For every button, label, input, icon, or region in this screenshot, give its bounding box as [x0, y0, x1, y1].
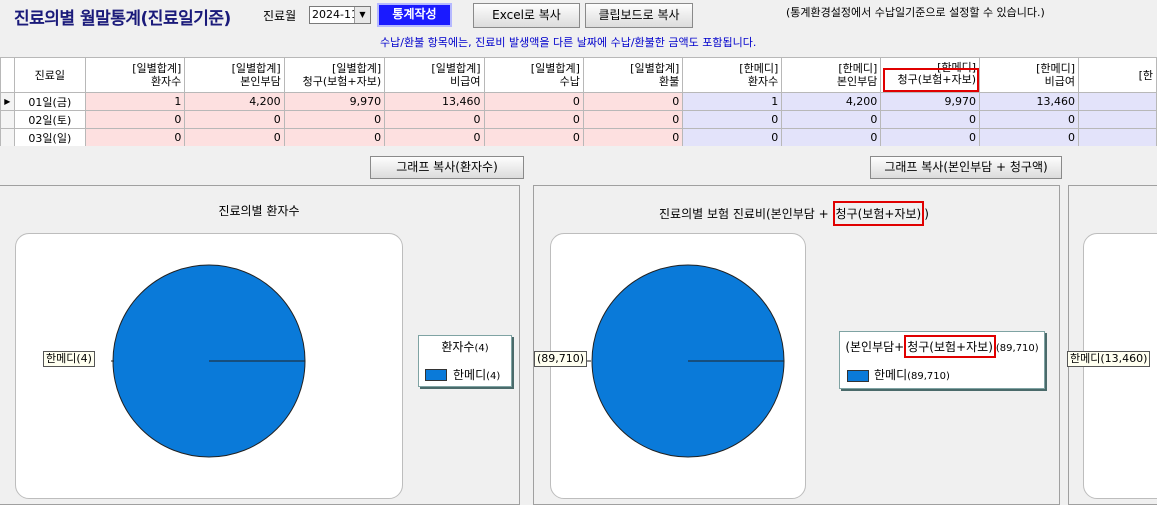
- legend-item: 한메디: [453, 368, 487, 382]
- cell[interactable]: 9,970: [283, 92, 386, 111]
- cell[interactable]: 1: [84, 92, 186, 111]
- cell[interactable]: 0: [84, 110, 186, 129]
- page-title: 진료의별 월말통계(진료일기준): [14, 9, 231, 29]
- month-value: 2024-11: [312, 8, 358, 21]
- column-header[interactable]: [일별합계] 청구(보험+자보): [283, 57, 386, 93]
- copy-graph-patients-button[interactable]: 그래프 복사(환자수): [370, 156, 524, 179]
- table-row[interactable]: 02일(토) 0 0 0 0 0 0 0 0 0 0: [0, 110, 1157, 129]
- copy-graph-amount-button[interactable]: 그래프 복사(본인부담 + 청구액): [870, 156, 1062, 179]
- cell[interactable]: 9,970: [880, 92, 981, 111]
- legend-title: 환자수: [441, 340, 475, 354]
- column-header[interactable]: [일별합계] 본인부담: [184, 57, 285, 93]
- table-row[interactable]: 03일(일) 0 0 0 0 0 0 0 0 0 0: [0, 128, 1157, 146]
- date-cell[interactable]: 02일(토): [13, 110, 86, 129]
- cell[interactable]: [1078, 110, 1157, 129]
- date-cell[interactable]: 03일(일): [13, 128, 86, 146]
- cell[interactable]: 0: [781, 110, 882, 129]
- table-header-row: 진료일 [일별합계] 환자수 [일별합계] 본인부담 [일별합계] 청구(보험+자보)…: [0, 57, 1157, 93]
- cell[interactable]: 0: [682, 128, 783, 146]
- month-label: 진료월: [263, 9, 297, 23]
- stats-grid[interactable]: 진료일 [일별합계] 환자수 [일별합계] 본인부담 [일별합계] 청구(보험+자보)…: [0, 57, 1157, 146]
- cell[interactable]: 0: [283, 128, 386, 146]
- chart-panel-insurance: 진료의별 보험 진료비(본인부담 + 청구(보험+자보)) (89,710) (…: [533, 185, 1060, 505]
- column-header-date[interactable]: 진료일: [13, 57, 86, 93]
- cell[interactable]: 1: [682, 92, 783, 111]
- row-pointer-icon: ▶: [0, 92, 15, 111]
- refund-note: 수납/환불 항목에는, 진료비 발생액을 다른 날짜에 수납/환불한 금액도 포…: [380, 36, 757, 49]
- slice-callout: (89,710): [534, 351, 588, 367]
- slice-callout: 한메디(4): [43, 351, 95, 367]
- cell[interactable]: 13,460: [384, 92, 485, 111]
- cell[interactable]: 0: [184, 128, 285, 146]
- pie-chart: [579, 264, 785, 458]
- column-header[interactable]: [한메디] 환자수: [682, 57, 783, 93]
- highlight-box: 청구(보험+자보): [904, 335, 996, 358]
- legend-title-value: (89,710): [995, 343, 1039, 354]
- chart-panel-patients: 진료의별 환자수 한메디(4) 환자수(4) 한메디(4): [0, 185, 520, 505]
- legend: (본인부담+ 청구(보험+자보) (89,710) 한메디(89,710): [839, 331, 1045, 389]
- date-cell[interactable]: 01일(금): [13, 92, 86, 111]
- cell[interactable]: 0: [979, 128, 1080, 146]
- cell[interactable]: 13,460: [979, 92, 1080, 111]
- legend-title-value: (4): [474, 343, 489, 354]
- month-select[interactable]: 2024-11 ▼: [309, 6, 371, 24]
- cell[interactable]: 0: [582, 110, 684, 129]
- clipboard-copy-button[interactable]: 클립보드로 복사: [585, 3, 693, 28]
- column-header[interactable]: [일별합계] 비급여: [384, 57, 485, 93]
- legend-item: 한메디: [874, 368, 908, 382]
- legend-title: (본인부담+: [845, 340, 905, 354]
- cell[interactable]: 0: [483, 92, 584, 111]
- column-header[interactable]: [일별합계] 환자수: [84, 57, 186, 93]
- legend-item-value: (89,710): [907, 371, 950, 382]
- chart-panel-noncovered: 한메디(13,460): [1067, 185, 1157, 505]
- cell[interactable]: [1078, 128, 1157, 146]
- cell[interactable]: 0: [84, 128, 186, 146]
- stats-table: 진료일 [일별합계] 환자수 [일별합계] 본인부담 [일별합계] 청구(보험+자보)…: [0, 57, 1157, 146]
- cell[interactable]: 0: [384, 128, 485, 146]
- chart-title: 진료의별 보험 진료비(본인부담 + 청구(보험+자보)): [659, 201, 929, 226]
- column-header[interactable]: [일별합계] 수납: [483, 57, 584, 93]
- cell[interactable]: 0: [384, 110, 485, 129]
- legend: 환자수(4) 한메디(4): [418, 335, 512, 387]
- cell[interactable]: 0: [582, 128, 684, 146]
- column-header[interactable]: [일별합계] 환불: [582, 57, 684, 93]
- legend-swatch: [847, 370, 869, 382]
- cell[interactable]: 0: [283, 110, 386, 129]
- row-selector: [0, 110, 15, 129]
- cell[interactable]: 0: [880, 110, 981, 129]
- highlight-box: 청구(보험+자보): [883, 68, 979, 92]
- cell[interactable]: 0: [781, 128, 882, 146]
- column-header[interactable]: [한메디] 본인부담: [781, 57, 882, 93]
- cell[interactable]: 0: [682, 110, 783, 129]
- cell[interactable]: 0: [880, 128, 981, 146]
- highlight-box: 청구(보험+자보): [832, 201, 925, 226]
- column-header-highlighted[interactable]: [한메디] 청구(보험+자보): [880, 57, 981, 93]
- header-corner: [0, 57, 15, 93]
- cell[interactable]: 4,200: [781, 92, 882, 111]
- excel-copy-button[interactable]: Excel로 복사: [473, 3, 580, 28]
- chart-title: 진료의별 환자수: [218, 204, 300, 218]
- column-header[interactable]: [한: [1078, 57, 1157, 93]
- cell[interactable]: 4,200: [184, 92, 285, 111]
- table-row[interactable]: ▶ 01일(금) 1 4,200 9,970 13,460 0 0 1 4,20…: [0, 92, 1157, 111]
- slice-callout: 한메디(13,460): [1067, 351, 1151, 367]
- cell[interactable]: 0: [483, 128, 584, 146]
- cell[interactable]: 0: [483, 110, 584, 129]
- legend-item-value: (4): [486, 371, 501, 382]
- chevron-down-icon[interactable]: ▼: [354, 7, 370, 23]
- cell[interactable]: 0: [184, 110, 285, 129]
- plot-area: [550, 233, 806, 499]
- cell[interactable]: [1078, 92, 1157, 111]
- legend-swatch: [425, 369, 447, 381]
- settings-note: (통계환경설정에서 수납일기준으로 설정할 수 있습니다.): [786, 6, 1045, 19]
- row-selector: [0, 128, 15, 146]
- cell[interactable]: 0: [979, 110, 1080, 129]
- cell[interactable]: 0: [582, 92, 684, 111]
- column-header[interactable]: [한메디] 비급여: [979, 57, 1080, 93]
- stats-button[interactable]: 통계작성: [377, 3, 452, 27]
